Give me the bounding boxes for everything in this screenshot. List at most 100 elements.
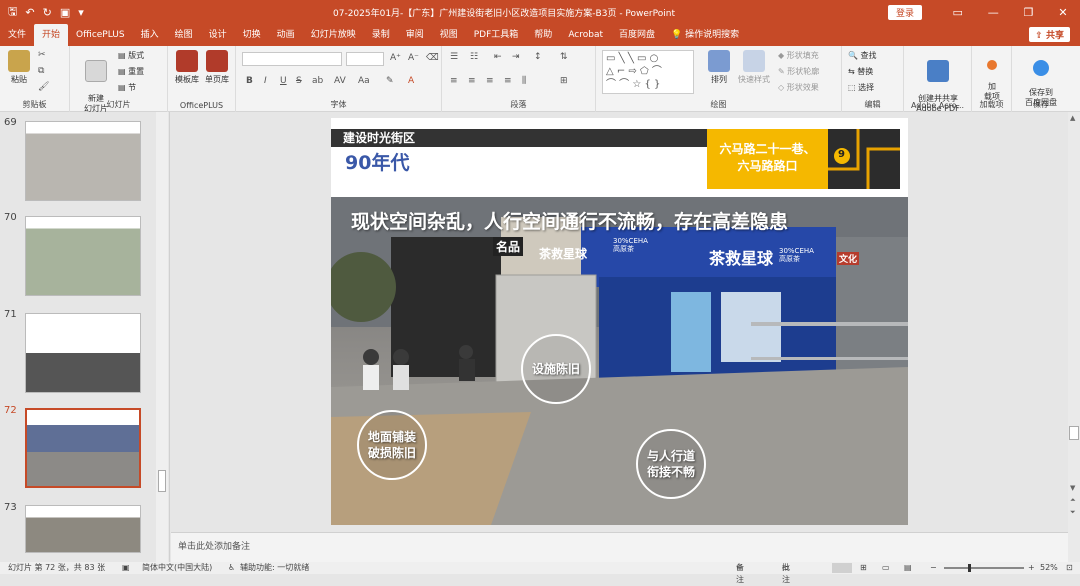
minimize-icon[interactable]: — — [988, 6, 999, 19]
numbering-icon[interactable]: ☷ — [470, 52, 478, 62]
thumbnail-slide-73[interactable] — [25, 505, 141, 553]
strikethrough-button[interactable]: S — [296, 76, 302, 86]
thumbnail-slide-71[interactable] — [25, 313, 141, 393]
tab-record[interactable]: 录制 — [364, 24, 398, 46]
shape-effects-button[interactable]: ◇ 形状效果 — [778, 82, 819, 93]
arrange-button[interactable]: 排列 — [704, 50, 734, 85]
accessibility-icon[interactable]: ♿ — [228, 562, 235, 574]
text-direction-icon[interactable]: ⇅ — [560, 52, 568, 62]
replace-button[interactable]: ⇆ 替换 — [848, 66, 873, 77]
save-icon[interactable]: 🖫 — [8, 3, 17, 22]
scroll-up-icon[interactable]: ▲ — [1070, 114, 1075, 122]
close-icon[interactable]: ✕ — [1058, 6, 1067, 19]
undo-icon[interactable]: ↶ — [25, 6, 34, 19]
smartart-icon[interactable]: ⊞ — [560, 76, 568, 86]
slideshow-icon[interactable]: ▤ — [904, 562, 912, 574]
customize-icon[interactable]: ▾ — [78, 6, 84, 19]
underline-button[interactable]: U — [280, 76, 287, 86]
tab-review[interactable]: 审阅 — [398, 24, 432, 46]
tab-home[interactable]: 开始 — [34, 24, 69, 46]
normal-view-icon[interactable] — [832, 563, 852, 573]
tab-view[interactable]: 视图 — [432, 24, 466, 46]
tab-draw[interactable]: 绘图 — [167, 24, 201, 46]
char-spacing-button[interactable]: AV — [334, 76, 346, 86]
notes-pane[interactable]: 单击此处添加备注 — [171, 532, 1068, 562]
tab-slideshow[interactable]: 幻灯片放映 — [303, 24, 364, 46]
tab-animations[interactable]: 动画 — [269, 24, 303, 46]
quick-styles-button[interactable]: 快速样式 — [734, 50, 774, 85]
align-right-icon[interactable]: ≡ — [486, 76, 494, 86]
clear-format-icon[interactable]: ⌫ — [426, 53, 439, 63]
tab-officeplus[interactable]: OfficePLUS — [68, 24, 133, 46]
select-button[interactable]: ⬚ 选择 — [848, 82, 874, 93]
align-left-icon[interactable]: ≡ — [450, 76, 458, 86]
thumbnail-slide-72[interactable] — [25, 408, 141, 488]
zoom-level[interactable]: 52% — [1040, 562, 1058, 574]
single-page-library-button[interactable]: 单页库 — [202, 50, 232, 85]
change-case-button[interactable]: Aa — [358, 76, 370, 86]
login-button[interactable]: 登录 — [887, 4, 922, 20]
find-button[interactable]: 🔍 查找 — [848, 50, 877, 61]
thumbnails-scrollbar[interactable] — [156, 112, 168, 562]
font-name-dropdown[interactable] — [242, 52, 342, 66]
zoom-out-icon[interactable]: − — [930, 562, 937, 574]
tab-baidu[interactable]: 百度网盘 — [611, 24, 663, 46]
redo-icon[interactable]: ↻ — [43, 6, 52, 19]
justify-icon[interactable]: ≡ — [504, 76, 512, 86]
tab-transitions[interactable]: 切换 — [235, 24, 269, 46]
tab-acrobat[interactable]: Acrobat — [560, 24, 611, 46]
share-button[interactable]: ⇪ 共享 — [1029, 27, 1070, 42]
increase-font-icon[interactable]: A⁺ — [390, 53, 401, 63]
zoom-in-icon[interactable]: + — [1028, 562, 1035, 574]
decrease-font-icon[interactable]: A⁻ — [408, 53, 419, 63]
slide-scroll-thumb[interactable] — [1069, 426, 1079, 440]
ribbon-display-icon[interactable]: ▭ — [952, 6, 962, 19]
section-button[interactable]: ▤ 节 — [118, 82, 136, 93]
format-painter-icon[interactable]: 🖌 — [38, 82, 49, 92]
addins-button[interactable]: 加 载项 — [976, 50, 1008, 102]
thumbnails-scroll-thumb[interactable] — [158, 470, 166, 492]
fit-slide-icon[interactable]: ⊡ — [1066, 562, 1073, 574]
font-color-button[interactable]: A — [408, 76, 414, 86]
bold-button[interactable]: B — [246, 76, 253, 86]
reset-button[interactable]: ▤ 重置 — [118, 66, 144, 77]
cut-icon[interactable]: ✂ — [38, 50, 46, 60]
present-icon[interactable]: ▣ — [60, 6, 70, 19]
slide[interactable]: 建设时光街区 90年代 六马路二十一巷、 六马路路口 9 名品 茶救星球 30%… — [331, 118, 908, 525]
language-indicator[interactable]: 简体中文(中国大陆) — [142, 562, 212, 574]
tab-help[interactable]: 帮助 — [526, 24, 560, 46]
tab-file[interactable]: 文件 — [0, 24, 34, 46]
spellcheck-icon[interactable]: ▣ — [122, 562, 130, 574]
slide-scrollbar[interactable]: ▲ ▼ ⏶ ⏷ — [1068, 112, 1080, 562]
thumbnail-slide-70[interactable] — [25, 216, 141, 296]
decrease-indent-icon[interactable]: ⇤ — [494, 52, 502, 62]
template-library-button[interactable]: 模板库 — [172, 50, 202, 85]
accessibility-status[interactable]: 辅助功能: 一切就绪 — [240, 562, 309, 574]
tab-design[interactable]: 设计 — [201, 24, 235, 46]
scroll-down-icon[interactable]: ▼ — [1070, 484, 1075, 492]
bullets-icon[interactable]: ☰ — [450, 52, 458, 62]
tab-pdf-toolbox[interactable]: PDF工具箱 — [466, 24, 527, 46]
line-spacing-icon[interactable]: ↕ — [534, 52, 542, 62]
columns-icon[interactable]: ⫼ — [522, 76, 526, 86]
font-size-dropdown[interactable] — [346, 52, 384, 66]
highlight-icon[interactable]: ✎ — [386, 76, 394, 86]
thumbnail-slide-69[interactable] — [25, 121, 141, 201]
copy-icon[interactable]: ⧉ — [38, 66, 44, 76]
next-slide-icon[interactable]: ⏷ — [1070, 508, 1076, 517]
reading-view-icon[interactable]: ▭ — [882, 562, 890, 574]
prev-slide-icon[interactable]: ⏶ — [1070, 496, 1076, 505]
italic-button[interactable]: I — [264, 76, 267, 86]
slide-sorter-icon[interactable]: ⊞ — [860, 562, 867, 574]
zoom-slider[interactable] — [944, 567, 1024, 569]
shape-fill-button[interactable]: ◆ 形状填充 — [778, 50, 819, 61]
zoom-slider-thumb[interactable] — [968, 564, 971, 572]
tab-insert[interactable]: 插入 — [133, 24, 167, 46]
shadow-button[interactable]: ab — [312, 76, 323, 86]
tell-me-search[interactable]: 💡 操作说明搜索 — [663, 24, 747, 46]
paste-button[interactable]: 粘贴 — [6, 50, 32, 85]
maximize-icon[interactable]: ❐ — [1024, 6, 1034, 19]
layout-button[interactable]: ▤ 版式 — [118, 50, 144, 61]
shape-outline-button[interactable]: ✎ 形状轮廓 — [778, 66, 819, 77]
shapes-gallery[interactable]: ▭ ╲ ╲ ▭ ○ △ ⌐ ⇨ ⬠ ⌒ ⌒ ⌒ ☆ { } — [602, 50, 694, 94]
